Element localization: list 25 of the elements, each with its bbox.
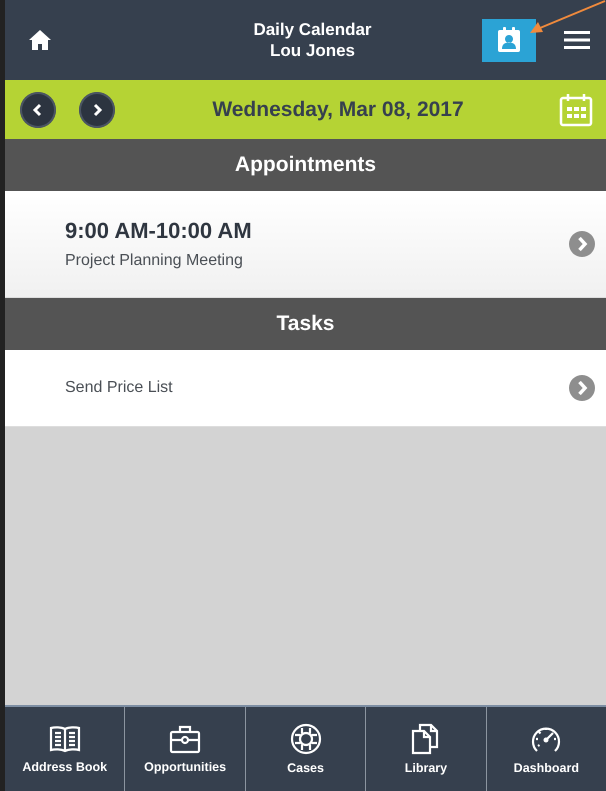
appointment-title: Project Planning Meeting [65, 252, 244, 270]
contact-card-button[interactable] [482, 18, 536, 62]
current-date: Wednesday, Mar 08, 2017 [211, 98, 465, 122]
chevron-right-icon [569, 375, 595, 401]
chevron-right-icon [569, 231, 595, 257]
tab-bar-item[interactable]: Dashboard [486, 707, 606, 791]
contact-card-icon [497, 27, 521, 53]
open-book-icon [48, 724, 81, 754]
next-day-button[interactable] [79, 92, 115, 128]
briefcase-icon [169, 724, 202, 754]
section-title: Appointments [234, 153, 376, 177]
tab-bar-item[interactable]: Opportunities [124, 707, 245, 791]
header-subtitle: Lou Jones [270, 40, 355, 61]
tab-bar-item[interactable]: Cases [244, 707, 366, 791]
appointment-time: 9:00 AM-10:00 AM [65, 218, 252, 244]
previous-day-button[interactable] [20, 92, 56, 128]
home-icon [28, 29, 52, 51]
section-title: Tasks [276, 312, 334, 336]
lifebuoy-icon [290, 723, 322, 755]
task-title: Send Price List [65, 379, 173, 397]
menu-icon [564, 30, 590, 50]
calendar-icon [558, 92, 594, 128]
tab-bar-item[interactable]: Library [365, 707, 486, 791]
header-title: Daily Calendar [253, 19, 372, 40]
tab-bar-item[interactable]: Address Book [5, 707, 124, 791]
